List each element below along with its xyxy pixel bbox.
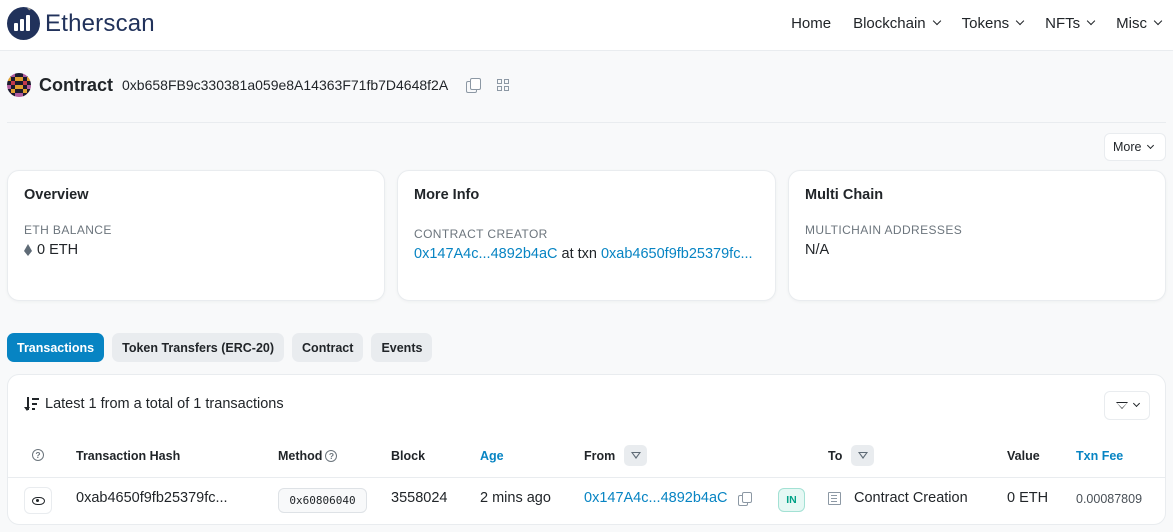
nav-item-misc[interactable]: Misc <box>1116 15 1163 32</box>
creation-txn-link[interactable]: 0xab4650f9fb25379fc... <box>601 246 753 262</box>
tx-fee: 0.00087809 <box>1076 492 1143 506</box>
brand-name: Etherscan <box>45 9 155 37</box>
more-info-card: More Info CONTRACT CREATOR 0x147A4c...48… <box>397 170 776 301</box>
tab-transactions[interactable]: Transactions <box>7 333 105 362</box>
chevron-down-icon <box>1147 141 1155 149</box>
table-header-divider <box>8 477 1165 478</box>
block-link[interactable]: 3558024 <box>391 490 447 506</box>
creator-address-link[interactable]: 0x147A4c...4892b4aC <box>414 246 558 262</box>
tx-value: 0 ETH <box>1007 490 1049 506</box>
tab-bar: Transactions Token Transfers (ERC-20) Co… <box>7 333 440 362</box>
contract-document-icon <box>828 491 841 505</box>
eth-balance-value: 0 ETH <box>24 242 368 258</box>
column-method: Method ? <box>278 449 338 463</box>
nav-item-tokens[interactable]: Tokens <box>962 15 1025 32</box>
column-age[interactable]: Age <box>480 449 504 463</box>
contract-creator-value: 0x147A4c...4892b4aC at txn 0xab4650f9fb2… <box>414 246 759 262</box>
at-txn-text: at txn <box>561 246 597 262</box>
copy-icon[interactable] <box>737 491 752 506</box>
more-info-title: More Info <box>414 187 480 203</box>
tx-from: 0x147A4c...4892b4aC <box>584 490 752 506</box>
chevron-down-icon <box>1132 399 1140 408</box>
page-title: Contract <box>39 74 114 95</box>
column-from: From <box>584 445 648 466</box>
overview-title: Overview <box>24 187 89 203</box>
transactions-card: Latest 1 from a total of 1 transactions … <box>7 374 1166 525</box>
advanced-filter-button[interactable] <box>1104 391 1150 420</box>
column-info[interactable]: ? <box>32 449 44 461</box>
eye-icon <box>31 496 45 505</box>
multi-chain-card: Multi Chain MULTICHAIN ADDRESSES N/A <box>788 170 1166 301</box>
overview-card: Overview ETH BALANCE 0 ETH <box>7 170 385 301</box>
eth-balance-label: ETH BALANCE <box>24 223 112 237</box>
more-button[interactable]: More <box>1104 133 1166 161</box>
header-divider <box>7 122 1166 123</box>
tx-to: Contract Creation <box>828 490 968 506</box>
column-transaction-hash: Transaction Hash <box>76 449 181 463</box>
from-filter-button[interactable] <box>624 445 648 466</box>
etherscan-logo-icon <box>7 7 40 40</box>
to-filter-button[interactable] <box>851 445 875 466</box>
method-badge: 0x60806040 <box>278 488 367 513</box>
tab-events[interactable]: Events <box>371 333 433 362</box>
help-icon[interactable]: ? <box>325 450 338 462</box>
multichain-addresses-value: N/A <box>805 242 830 258</box>
column-txn-fee[interactable]: Txn Fee <box>1076 449 1123 463</box>
sort-descending-icon <box>24 397 40 411</box>
nav-item-nfts[interactable]: NFTs <box>1045 15 1096 32</box>
chevron-down-icon <box>1015 16 1025 26</box>
copy-icon[interactable] <box>466 78 482 93</box>
view-details-button[interactable] <box>24 487 52 514</box>
main-nav: Home Blockchain Tokens NFTs Misc <box>791 0 1173 46</box>
contract-address: 0xb658FB9c330381a059e8A14363F71fb7D4648f… <box>122 77 449 93</box>
nav-item-blockchain[interactable]: Blockchain <box>853 15 941 32</box>
top-navbar: Etherscan Home Blockchain Tokens NFTs Mi… <box>0 0 1173 51</box>
filter-icon <box>857 452 868 459</box>
contract-creator-label: CONTRACT CREATOR <box>414 227 548 241</box>
ethereum-icon <box>24 244 32 256</box>
help-icon[interactable]: ? <box>32 449 44 461</box>
chevron-down-icon <box>1153 16 1163 26</box>
filter-icon <box>1115 402 1128 409</box>
multi-chain-title: Multi Chain <box>805 187 884 203</box>
tab-contract[interactable]: Contract <box>292 333 364 362</box>
from-address-link[interactable]: 0x147A4c...4892b4aC <box>584 490 728 506</box>
etherscan-logo[interactable]: Etherscan <box>7 7 155 40</box>
chevron-down-icon <box>932 16 941 26</box>
nav-item-home[interactable]: Home <box>791 15 831 32</box>
filter-icon <box>630 452 641 459</box>
direction-badge: IN <box>778 488 805 512</box>
tx-hash-link[interactable]: 0xab4650f9fb25379fc... <box>76 490 228 506</box>
multichain-addresses-label: MULTICHAIN ADDRESSES <box>805 223 963 237</box>
tab-token-transfers[interactable]: Token Transfers (ERC-20) <box>112 333 285 362</box>
column-block: Block <box>391 449 426 463</box>
transactions-summary: Latest 1 from a total of 1 transactions <box>24 396 284 412</box>
column-to: To <box>828 445 875 466</box>
chevron-down-icon <box>1086 16 1096 26</box>
qr-code-icon[interactable] <box>497 79 510 91</box>
contract-header: Contract 0xb658FB9c330381a059e8A14363F71… <box>7 73 510 97</box>
column-value: Value <box>1007 449 1040 463</box>
tx-age: 2 mins ago <box>480 490 551 506</box>
contract-avatar <box>7 73 31 97</box>
